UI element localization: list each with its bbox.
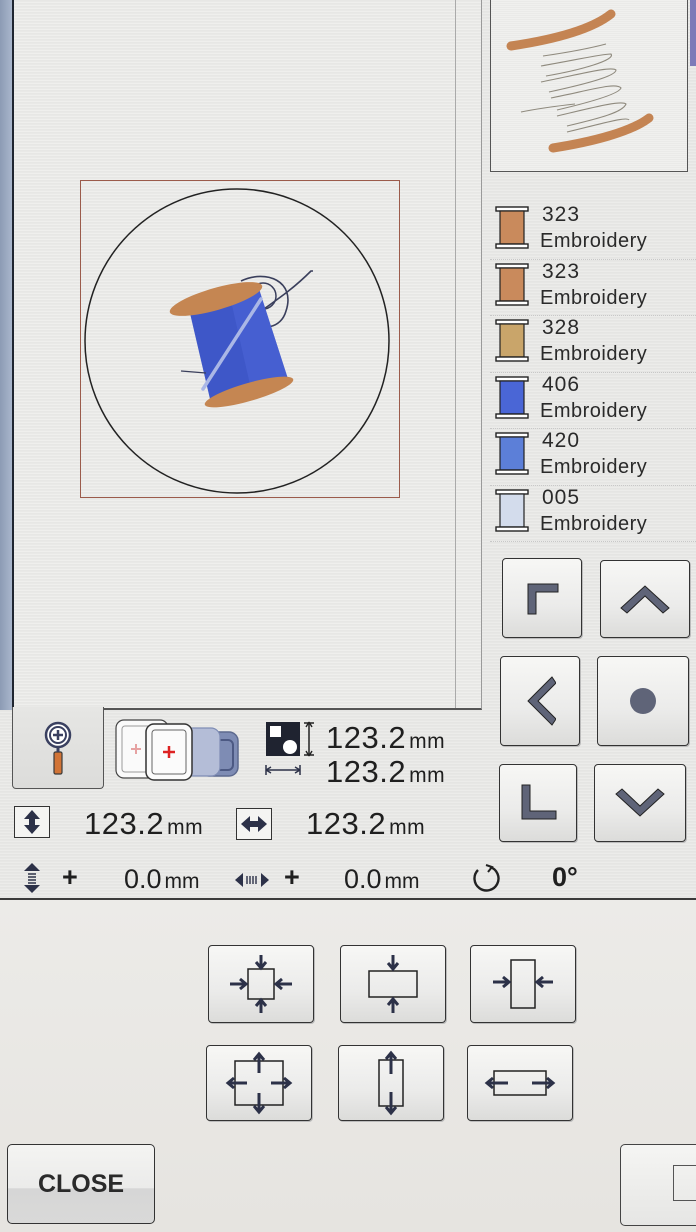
- thread-spool-icon: [495, 262, 529, 306]
- left-edge-strip: [0, 0, 14, 710]
- height-field-icon-box[interactable]: [14, 806, 50, 838]
- move-bottom-left-button[interactable]: [499, 764, 577, 842]
- move-left-button[interactable]: [500, 656, 580, 746]
- pattern-preview: [490, 0, 688, 172]
- move-up-button[interactable]: [600, 560, 690, 638]
- chevron-left-icon: [527, 676, 556, 726]
- shrink-vertical-icon: [368, 955, 418, 1013]
- thread-brand: Embroidery: [540, 286, 648, 309]
- shrink-horizontal-button[interactable]: [470, 945, 576, 1023]
- center-dot-icon: [630, 688, 656, 714]
- horizontal-offset-icon: [235, 873, 269, 887]
- hoop-selection-display: [114, 718, 242, 782]
- preview-spool-icon: [506, 9, 654, 153]
- enlarge-vertical-icon: [378, 1050, 404, 1116]
- thread-code: 005: [542, 485, 581, 509]
- canvas-scrollbar[interactable]: [455, 0, 469, 708]
- partial-button-icon: [673, 1165, 696, 1201]
- thread-spool-icon: [495, 488, 529, 532]
- thread-code: 328: [542, 316, 581, 339]
- enlarge-proportional-button[interactable]: [206, 1045, 312, 1121]
- vertical-offset-sign: +: [62, 862, 78, 892]
- height-readout: 123.2 mm: [84, 806, 204, 841]
- enlarge-vertical-button[interactable]: [338, 1045, 444, 1121]
- thread-brand: Embroidery: [540, 399, 648, 422]
- horizontal-offset-sign: +: [284, 862, 300, 892]
- thread-list-item[interactable]: 005 Embroidery: [490, 485, 696, 542]
- pattern-size-icon: [265, 721, 314, 775]
- zoom-button[interactable]: [12, 707, 104, 789]
- thread-brand: Embroidery: [540, 456, 648, 478]
- width-readout: 123.2 mm: [306, 806, 426, 841]
- design-bounding-frame[interactable]: [80, 180, 400, 498]
- partially-visible-button[interactable]: [620, 1144, 696, 1226]
- thread-spool-icon: [495, 432, 529, 475]
- vertical-offset-value: 0.0 mm: [124, 864, 200, 894]
- shrink-vertical-button[interactable]: [340, 945, 446, 1023]
- thread-code: 406: [542, 372, 581, 396]
- rotate-icon: [473, 864, 500, 892]
- corner-bottom-left-icon: [521, 784, 557, 820]
- thread-list-item[interactable]: 420 Embroidery: [490, 429, 696, 486]
- spool-design-artwork: [84, 188, 390, 494]
- thread-spool-icon: [495, 375, 529, 419]
- shrink-proportional-button[interactable]: [208, 945, 314, 1023]
- thread-list-item[interactable]: 328 Embroidery: [490, 316, 696, 373]
- vertical-arrows-icon: [24, 810, 40, 834]
- thread-list-item[interactable]: 323 Embroidery: [490, 203, 696, 260]
- move-center-button[interactable]: [597, 656, 689, 746]
- horizontal-offset-value: 0.0 mm: [344, 864, 420, 894]
- move-top-left-button[interactable]: [502, 558, 582, 638]
- pattern-width-value: 123.2 mm: [326, 754, 446, 789]
- hoop-selection-icon: [115, 719, 239, 781]
- thread-color-list: 323 Embroidery 323 Embroidery 328 Embroi…: [490, 203, 696, 542]
- width-field-icon-box[interactable]: [236, 808, 272, 840]
- pattern-height-value: 123.2 mm: [326, 720, 446, 755]
- thread-list-item[interactable]: 406 Embroidery: [490, 372, 696, 429]
- enlarge-all-icon: [225, 1051, 293, 1115]
- vertical-offset-icon: [24, 863, 40, 893]
- chevron-down-icon: [615, 788, 665, 817]
- thread-brand: Embroidery: [540, 512, 648, 535]
- move-down-button[interactable]: [594, 764, 686, 842]
- design-thread-tail: [180, 370, 207, 374]
- enlarge-horizontal-button[interactable]: [467, 1045, 573, 1121]
- thread-brand: Embroidery: [540, 343, 648, 365]
- thread-code: 420: [542, 429, 581, 452]
- thread-code: 323: [542, 259, 581, 283]
- chevron-up-icon: [620, 585, 670, 614]
- shrink-horizontal-icon: [493, 959, 553, 1009]
- enlarge-horizontal-icon: [484, 1070, 556, 1096]
- thread-list-item[interactable]: 323 Embroidery: [490, 259, 696, 316]
- shrink-all-icon: [230, 955, 292, 1013]
- pattern-size-display: [264, 720, 320, 780]
- thread-brand: Embroidery: [540, 230, 648, 252]
- magnifier-plus-icon: [44, 721, 72, 775]
- thread-code: 323: [542, 203, 581, 226]
- rotation-value: 0°: [552, 862, 578, 892]
- preview-scroll-indicator: [690, 0, 696, 66]
- thread-spool-icon: [495, 319, 529, 362]
- thread-spool-icon: [495, 206, 529, 249]
- corner-top-left-icon: [527, 583, 559, 615]
- horizontal-arrows-icon: [241, 816, 267, 832]
- close-button[interactable]: CLOSE: [7, 1144, 155, 1224]
